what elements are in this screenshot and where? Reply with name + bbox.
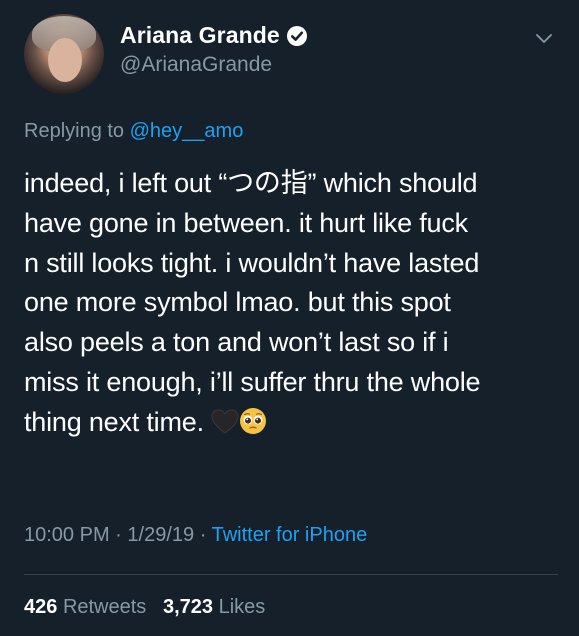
tweet-meta: 10:00 PM · 1/29/19 · Twitter for iPhone: [24, 524, 367, 547]
handle[interactable]: @ArianaGrande: [120, 53, 308, 77]
retweets-stat[interactable]: 426 Retweets: [24, 596, 146, 618]
tweet-time[interactable]: 10:00 PM: [24, 524, 110, 546]
tweet-text-line: thing next time.: [24, 406, 204, 437]
avatar[interactable]: [24, 14, 104, 94]
chevron-down-icon[interactable]: [534, 28, 554, 48]
tweet-text-last-line: thing next time.: [24, 403, 559, 447]
verified-badge-icon: [286, 25, 308, 47]
replying-to-mention-link[interactable]: @hey__amo: [130, 120, 244, 142]
tweet-header: Ariana Grande @ArianaGrande: [24, 14, 564, 94]
tweet-text-line: also peels a ton and won’t last so if i: [24, 327, 449, 358]
likes-stat[interactable]: 3,723 Likes: [163, 596, 265, 618]
tweet-text: indeed, i left out “つの指” which should ha…: [24, 164, 559, 447]
replying-prefix: Replying to: [24, 120, 125, 142]
retweets-label: Retweets: [62, 596, 147, 618]
tweet-text-line: indeed, i left out “つの指” which should: [24, 168, 478, 198]
meta-separator: ·: [199, 524, 207, 546]
tweet-text-line: have gone in between. it hurt like fuck: [24, 207, 468, 238]
pleading-face-emoji-icon: [239, 407, 267, 447]
author-names[interactable]: Ariana Grande @ArianaGrande: [120, 22, 308, 77]
avatar-face: [48, 38, 82, 82]
likes-count: 3,723: [162, 596, 214, 618]
tweet-stats: 426 Retweets 3,723 Likes: [24, 596, 265, 619]
display-name-row: Ariana Grande: [120, 22, 308, 49]
meta-separator: ·: [115, 524, 122, 546]
tweet-text-line: one more symbol lmao. but this spot: [24, 287, 451, 318]
replying-to: Replying to @hey__amo: [24, 120, 243, 143]
black-heart-emoji-icon: [211, 407, 239, 447]
likes-label: Likes: [218, 596, 266, 618]
tweet-text-line: n still looks tight. i wouldn’t have las…: [24, 247, 480, 278]
display-name[interactable]: Ariana Grande: [120, 22, 280, 49]
retweets-count: 426: [24, 596, 58, 618]
tweet-text-line: miss it enough, i’ll suffer thru the who…: [24, 366, 481, 397]
tweet-detail: Ariana Grande @ArianaGrande Replying to …: [0, 0, 579, 636]
tweet-date[interactable]: 1/29/19: [127, 524, 194, 546]
divider: [24, 574, 558, 575]
tweet-source-link[interactable]: Twitter for iPhone: [212, 524, 368, 546]
